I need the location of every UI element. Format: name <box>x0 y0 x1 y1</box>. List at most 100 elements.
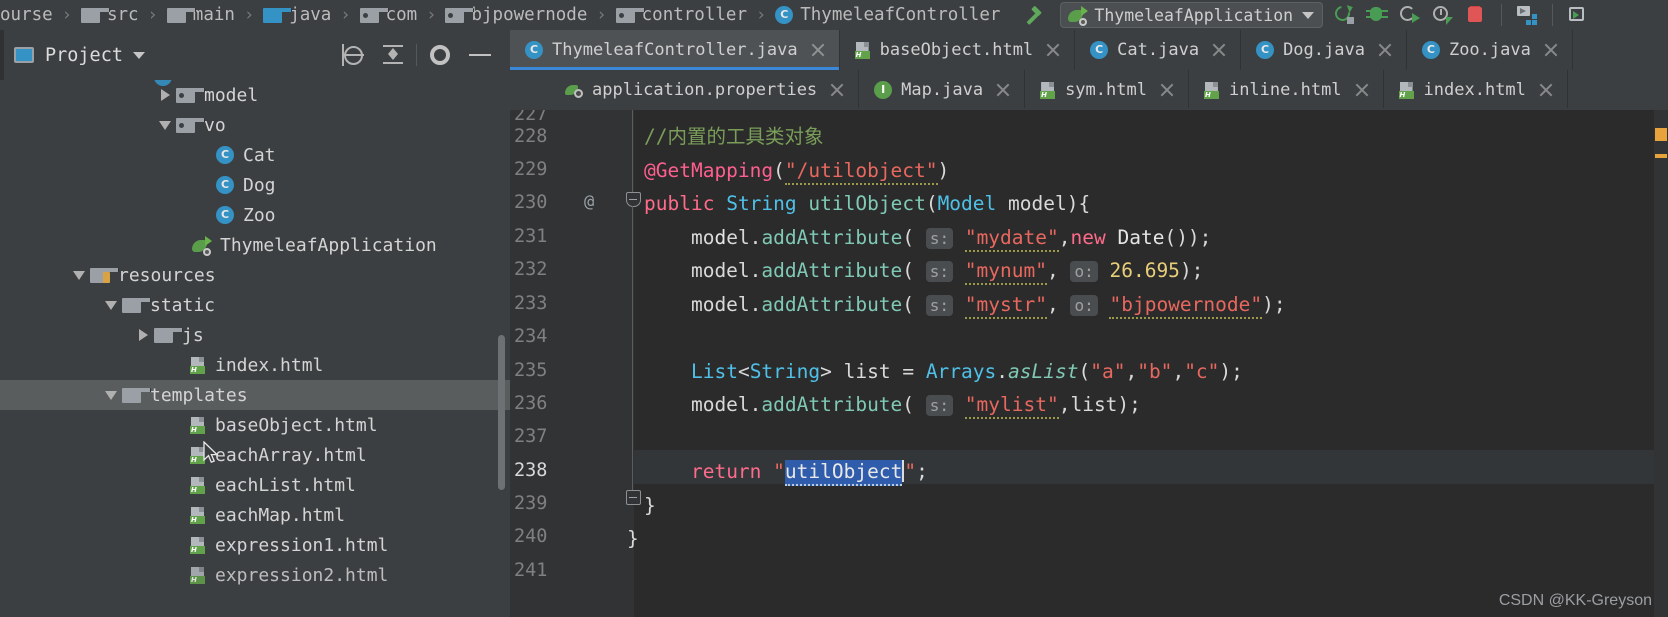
selected-text[interactable]: utilObject <box>784 460 903 486</box>
close-icon[interactable] <box>995 82 1011 98</box>
close-icon[interactable] <box>1354 82 1370 98</box>
tree-node-eachlist-html[interactable]: H eachList.html <box>0 470 510 500</box>
expand-arrow-icon[interactable] <box>132 320 154 350</box>
code-line-236[interactable]: model.addAttribute( s: "mylist",list); <box>644 388 1668 422</box>
run-with-coverage-icon[interactable] <box>1399 4 1421 26</box>
profile-icon[interactable] <box>1432 4 1454 26</box>
tab-application-properties[interactable]: application.properties <box>510 70 860 110</box>
gear-icon[interactable] <box>420 35 460 75</box>
breadcrumb-item-bjpowernode[interactable]: bjpowernode <box>443 0 589 30</box>
project-tree-scrollbar[interactable] <box>498 335 505 490</box>
tree-node-vo[interactable]: vo <box>0 110 510 140</box>
tree-node-baseobject-html[interactable]: H baseObject.html <box>0 410 510 440</box>
debug-icon[interactable] <box>1366 4 1389 26</box>
tree-node-dog[interactable]: C Dog <box>0 170 510 200</box>
code-line-229[interactable]: @GetMapping("/utilobject") <box>644 154 1668 188</box>
services-icon[interactable] <box>1516 4 1538 26</box>
line-number-gutter[interactable]: 227 228 229 230 @ 231 232 233 234 235 23… <box>510 110 634 617</box>
minimize-icon[interactable] <box>460 35 500 75</box>
stop-icon[interactable] <box>1465 4 1487 26</box>
tree-node-index-html[interactable]: H index.html <box>0 350 510 380</box>
collapse-all-icon[interactable] <box>373 35 413 75</box>
line-number: 240 <box>514 526 548 547</box>
annotation-gutter-icon[interactable]: @ <box>584 186 594 220</box>
tab-label: inline.html <box>1228 80 1342 100</box>
code-line-235[interactable]: List<String> list = Arrays.asList("a","b… <box>644 355 1668 389</box>
tab-dog-java[interactable]: C Dog.java <box>1241 30 1407 70</box>
close-icon[interactable] <box>1543 42 1559 58</box>
tab-cat-java[interactable]: C Cat.java <box>1075 30 1242 70</box>
code-line-234[interactable] <box>644 321 1668 355</box>
project-tree[interactable]: C model vo C Cat C D <box>0 80 510 617</box>
tree-node-zoo[interactable]: C Zoo <box>0 200 510 230</box>
fold-collapse-icon[interactable] <box>625 490 641 505</box>
run-dashboard-icon[interactable] <box>1567 4 1589 26</box>
rerun-icon[interactable] <box>1332 3 1355 26</box>
fold-collapse-icon[interactable] <box>625 192 641 207</box>
warning-marker[interactable] <box>1655 128 1667 141</box>
tree-node-resources[interactable]: resources <box>0 260 510 290</box>
tab-label: Cat.java <box>1117 40 1200 60</box>
breadcrumb-item-com[interactable]: com <box>358 0 420 30</box>
code-text[interactable]: //内置的工具类对象 @GetMapping("/utilobject") pu… <box>627 110 1668 617</box>
chevron-down-icon[interactable] <box>132 51 145 59</box>
collapse-arrow-icon[interactable] <box>68 260 90 290</box>
tree-node-static[interactable]: static <box>0 290 510 320</box>
close-icon[interactable] <box>829 82 845 98</box>
breadcrumb-item-ourse[interactable]: ourse <box>0 0 55 30</box>
code-line-230[interactable]: public String utilObject(Model model){ <box>644 187 1668 221</box>
build-hammer-icon[interactable] <box>1024 4 1046 26</box>
tab-zoo-java[interactable]: C Zoo.java <box>1406 30 1573 70</box>
close-icon[interactable] <box>810 42 826 58</box>
code-line-241[interactable] <box>644 556 1668 590</box>
locate-icon[interactable] <box>333 35 373 75</box>
close-icon[interactable] <box>1377 42 1393 58</box>
tab-baseobject-html[interactable]: H baseObject.html <box>839 30 1076 70</box>
breadcrumb-item-src[interactable]: src <box>79 0 141 30</box>
tree-node-thymeleafapplication[interactable]: ThymeleafApplication <box>0 230 510 260</box>
close-icon[interactable] <box>1538 82 1554 98</box>
code-line-240[interactable]: } <box>627 522 1668 556</box>
code-line-231[interactable]: model.addAttribute( s: "mydate",new Date… <box>644 221 1668 255</box>
code-line-238[interactable]: return "utilObject "; <box>644 455 1668 489</box>
tab-thymeleafcontroller-java[interactable]: C ThymeleafController.java <box>510 30 840 70</box>
warning-marker[interactable] <box>1655 154 1667 158</box>
close-icon[interactable] <box>1211 42 1227 58</box>
html-file-icon: H <box>1040 81 1056 99</box>
breadcrumb-label: main <box>192 5 235 25</box>
code-line-233[interactable]: model.addAttribute( s: "mystr", o: "bjpo… <box>644 288 1668 322</box>
code-line-239[interactable]: } <box>644 489 1668 523</box>
tree-node-expression1-html[interactable]: H expression1.html <box>0 530 510 560</box>
run-configuration-selector[interactable]: ThymeleafApplication <box>1060 2 1324 28</box>
tree-node-eachmap-html[interactable]: H eachMap.html <box>0 500 510 530</box>
tree-node-label: eachMap.html <box>215 504 346 526</box>
tab-sym-html[interactable]: H sym.html <box>1025 70 1189 110</box>
code-line-232[interactable]: model.addAttribute( s: "mynum", o: 26.69… <box>644 254 1668 288</box>
close-icon[interactable] <box>1159 82 1175 98</box>
tree-node-js[interactable]: js <box>0 320 510 350</box>
tab-index-html[interactable]: H index.html <box>1383 70 1568 110</box>
code-line-237[interactable] <box>644 422 1668 456</box>
breadcrumb-item-controller[interactable]: controller <box>614 0 749 30</box>
tab-inline-html[interactable]: H inline.html <box>1188 70 1384 110</box>
tree-node-expression2-html[interactable]: H expression2.html <box>0 560 510 590</box>
collapse-arrow-icon[interactable] <box>154 110 176 140</box>
code-editor[interactable]: 227 228 229 230 @ 231 232 233 234 235 23… <box>510 110 1668 617</box>
breadcrumb-item-main[interactable]: main <box>165 0 237 30</box>
breadcrumb-item-java[interactable]: java <box>261 0 333 30</box>
tree-node-cat[interactable]: C Cat <box>0 140 510 170</box>
breadcrumb-item-thymeleafcontroller[interactable]: C ThymeleafController <box>773 0 1002 30</box>
expand-arrow-icon[interactable] <box>154 80 176 110</box>
tree-node-templates[interactable]: templates <box>0 380 510 410</box>
breadcrumb-label: ourse <box>0 5 53 25</box>
breadcrumb-separator: › <box>426 5 437 25</box>
tree-node-eacharray-html[interactable]: H eachArray.html <box>0 440 510 470</box>
tab-map-java[interactable]: I Map.java <box>859 70 1026 110</box>
collapse-arrow-icon[interactable] <box>100 290 122 320</box>
tab-label: baseObject.html <box>879 40 1034 60</box>
tree-node-model[interactable]: model <box>0 80 510 110</box>
collapse-arrow-icon[interactable] <box>100 380 122 410</box>
close-icon[interactable] <box>1045 42 1061 58</box>
code-line-228[interactable]: //内置的工具类对象 <box>644 120 1668 154</box>
error-stripe-gutter[interactable] <box>1654 110 1668 617</box>
